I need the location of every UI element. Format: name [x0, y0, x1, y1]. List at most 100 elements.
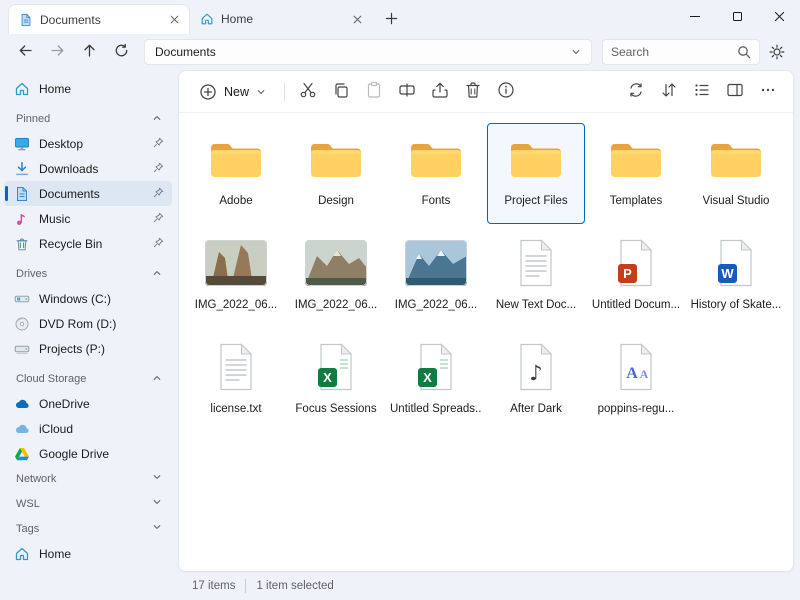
downloads-icon: [14, 161, 30, 177]
chevron-down-icon[interactable]: [571, 47, 581, 57]
view-button[interactable]: [687, 77, 717, 107]
chevron-down-icon[interactable]: [152, 497, 162, 510]
sidebar-group-network[interactable]: Network: [4, 466, 172, 491]
rename-button[interactable]: [392, 77, 422, 107]
plus-icon: [385, 12, 398, 25]
sidebar-item-home[interactable]: Home: [4, 76, 172, 101]
onedrive-icon: [14, 396, 30, 412]
file-item-poppins-regu[interactable]: AApoppins-regu...: [587, 331, 685, 432]
chevron-up-icon[interactable]: [152, 113, 162, 126]
sidebar-item-dvd-rom-d[interactable]: DVD Rom (D:): [4, 311, 172, 336]
selection-count: 1 item selected: [256, 580, 333, 592]
sort-button[interactable]: [654, 77, 684, 107]
sidebar-item-windows-c[interactable]: Windows (C:): [4, 286, 172, 311]
delete-button[interactable]: [458, 77, 488, 107]
sidebar-section-cloud-storage[interactable]: Cloud Storage: [4, 367, 172, 391]
file-item-img-2022-06[interactable]: IMG_2022_06...: [287, 227, 385, 328]
chevron-down-icon[interactable]: [152, 472, 162, 485]
chevron-up-icon[interactable]: [152, 268, 162, 281]
sidebar-group-tags[interactable]: Tags: [4, 516, 172, 541]
up-button[interactable]: [76, 39, 102, 65]
sidebar-item-projects-p[interactable]: Projects (P:): [4, 336, 172, 361]
chevron-up-icon[interactable]: [152, 373, 162, 386]
file-name: IMG_2022_06...: [195, 299, 277, 311]
forward-button[interactable]: [44, 39, 70, 65]
file-item-adobe[interactable]: Adobe: [187, 123, 285, 224]
new-button[interactable]: New: [189, 77, 276, 107]
copy-button[interactable]: [326, 77, 356, 107]
view-icon: [693, 81, 711, 102]
sidebar-group-wsl[interactable]: WSL: [4, 491, 172, 516]
file-item-focus-sessions[interactable]: X Focus Sessions: [287, 331, 385, 432]
excel-icon: X: [417, 338, 455, 396]
back-button[interactable]: [12, 39, 38, 65]
sidebar-item-documents[interactable]: Documents: [4, 181, 172, 206]
sidebar-item-google-drive[interactable]: Google Drive: [4, 441, 172, 466]
tab-documents[interactable]: Documents: [8, 4, 190, 34]
file-item-project-files[interactable]: Project Files: [487, 123, 585, 224]
new-tab-button[interactable]: [378, 5, 404, 31]
sidebar-item-label: Home: [39, 82, 164, 96]
item-count: 17 items: [192, 580, 235, 592]
address-text: Documents: [155, 45, 571, 59]
section-label: Drives: [16, 268, 152, 280]
tab-close-icon[interactable]: [348, 10, 366, 28]
sidebar-item-recycle-bin[interactable]: Recycle Bin: [4, 231, 172, 256]
file-item-fonts[interactable]: Fonts: [387, 123, 485, 224]
share-button[interactable]: [425, 77, 455, 107]
file-item-img-2022-06[interactable]: IMG_2022_06...: [187, 227, 285, 328]
sidebar-section-drives[interactable]: Drives: [4, 262, 172, 286]
sidebar-item-label: Windows (C:): [39, 292, 164, 306]
sync-button[interactable]: [621, 77, 651, 107]
file-item-untitled-spreads[interactable]: XUntitled Spreads...: [387, 331, 485, 432]
address-bar[interactable]: Documents: [144, 39, 592, 65]
file-item-untitled-docum[interactable]: PUntitled Docum...: [587, 227, 685, 328]
file-item-img-2022-06[interactable]: IMG_2022_06...: [387, 227, 485, 328]
toolbar-right-icons: [621, 77, 783, 107]
paste-button[interactable]: [359, 77, 389, 107]
more-options-button[interactable]: [753, 77, 783, 107]
file-item-after-dark[interactable]: ♪After Dark: [487, 331, 585, 432]
maximize-button[interactable]: [716, 0, 758, 32]
home-icon: [14, 81, 30, 97]
sidebar-item-onedrive[interactable]: OneDrive: [4, 391, 172, 416]
file-item-license-txt[interactable]: license.txt: [187, 331, 285, 432]
search-box[interactable]: [602, 39, 760, 65]
file-name: Design: [318, 195, 354, 207]
file-item-visual-studio[interactable]: Visual Studio: [687, 123, 785, 224]
folder-icon: [308, 130, 364, 188]
folder-icon: [708, 130, 764, 188]
new-plus-icon: [199, 83, 217, 101]
file-item-design[interactable]: Design: [287, 123, 385, 224]
excel-icon: X: [317, 338, 355, 396]
tab-close-icon[interactable]: [165, 11, 183, 29]
tab-home[interactable]: Home: [190, 4, 372, 34]
sidebar-item-icloud[interactable]: iCloud: [4, 416, 172, 441]
chevron-down-icon: [256, 87, 266, 97]
file-item-history-of-skate[interactable]: WHistory of Skate...: [687, 227, 785, 328]
forward-icon: [50, 43, 65, 61]
chevron-down-icon[interactable]: [152, 522, 162, 535]
preview-pane-button[interactable]: [720, 77, 750, 107]
sidebar-item-home[interactable]: Home: [4, 541, 172, 566]
properties-button[interactable]: [491, 77, 521, 107]
close-button[interactable]: [758, 0, 800, 32]
minimize-button[interactable]: [674, 0, 716, 32]
pin-icon: [153, 187, 164, 201]
settings-button[interactable]: [764, 39, 790, 65]
file-item-templates[interactable]: Templates: [587, 123, 685, 224]
file-name: Focus Sessions: [295, 403, 376, 415]
file-name: IMG_2022_06...: [395, 299, 477, 311]
search-input[interactable]: [611, 45, 737, 59]
file-name: Project Files: [504, 195, 567, 207]
refresh-button[interactable]: [108, 39, 134, 65]
cut-button[interactable]: [293, 77, 323, 107]
file-name: After Dark: [510, 403, 562, 415]
desktop-icon: [14, 136, 30, 152]
file-item-new-text-doc[interactable]: New Text Doc...: [487, 227, 585, 328]
sidebar-item-music[interactable]: Music: [4, 206, 172, 231]
sidebar-section-pinned[interactable]: Pinned: [4, 107, 172, 131]
sidebar-item-downloads[interactable]: Downloads: [4, 156, 172, 181]
sidebar-item-desktop[interactable]: Desktop: [4, 131, 172, 156]
more-options-icon: [759, 81, 777, 102]
